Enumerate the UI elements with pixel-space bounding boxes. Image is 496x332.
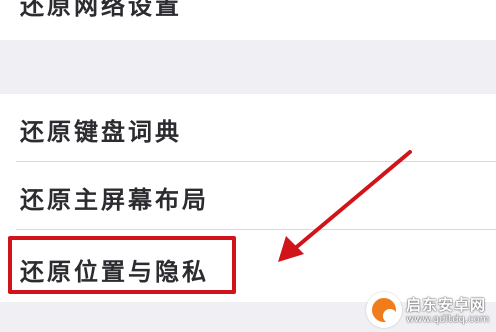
reset-keyboard-dictionary-label: 还原键盘词典 [20,118,182,146]
settings-group-top: 还原网络设置 [0,0,496,40]
settings-screen: 还原网络设置 还原键盘词典 还原主屏幕布局 还原位置与隐私 启东安卓网 www.… [0,0,496,332]
reset-network-settings-row[interactable]: 还原网络设置 [0,0,496,66]
watermark: 启东安卓网 www.qdltdq.com [366,288,496,332]
reset-keyboard-dictionary-row[interactable]: 还原键盘词典 [0,94,496,160]
reset-network-settings-label: 还原网络设置 [20,0,182,20]
reset-home-screen-layout-label: 还原主屏幕布局 [20,186,209,214]
reset-home-screen-layout-row[interactable]: 还原主屏幕布局 [0,162,496,228]
watermark-logo-icon [366,292,402,328]
watermark-title: 启东安卓网 [406,296,487,314]
highlight-box [8,236,236,294]
watermark-url: www.qdltdq.com [406,314,490,325]
